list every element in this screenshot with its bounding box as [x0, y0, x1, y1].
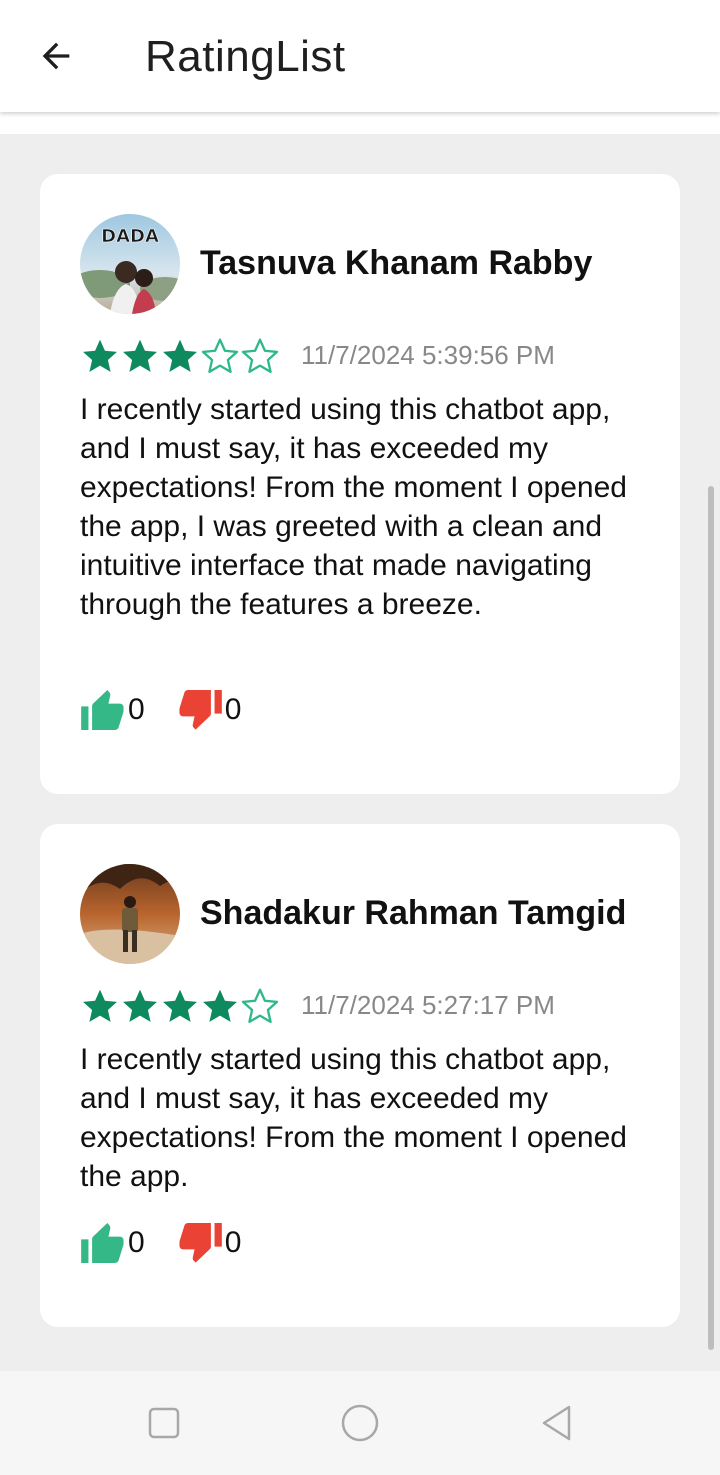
thumbs-up-icon — [81, 690, 124, 730]
like-count: 0 — [128, 1226, 145, 1259]
star-filled-icon — [203, 989, 237, 1022]
reaction-bar: 0 0 — [80, 690, 241, 730]
reaction-bar: 0 0 — [80, 1223, 241, 1263]
scrollbar[interactable] — [708, 486, 714, 1350]
arrow-left-icon — [42, 42, 70, 70]
review-card: DADA Tasnuva Khanam Rabby 11/7/2024 5:39… — [40, 174, 680, 794]
reviewer-name: Tasnuva Khanam Rabby — [200, 244, 593, 282]
thumbs-up-icon — [81, 1223, 124, 1263]
dislike-button[interactable]: 0 — [177, 690, 242, 730]
star-empty-icon — [241, 338, 279, 373]
recents-button[interactable] — [142, 1401, 186, 1445]
review-timestamp: 11/7/2024 5:27:17 PM — [301, 990, 555, 1020]
star-filled-icon — [83, 339, 117, 372]
like-button[interactable]: 0 — [80, 690, 145, 730]
avatar — [80, 864, 180, 964]
thumbs-down-icon — [179, 1223, 222, 1263]
dislike-count: 0 — [224, 1226, 242, 1259]
like-count: 0 — [128, 693, 145, 726]
review-text: I recently started using this chatbot ap… — [80, 1043, 627, 1193]
page-title: RatingList — [145, 32, 346, 81]
star-filled-icon — [123, 339, 157, 372]
star-rating — [80, 336, 280, 376]
star-filled-icon — [163, 339, 197, 372]
review-text: I recently started using this chatbot ap… — [80, 393, 627, 621]
back-nav-button[interactable] — [534, 1401, 578, 1445]
star-rating — [80, 986, 280, 1026]
dislike-count: 0 — [224, 693, 242, 726]
avatar-photo — [80, 864, 180, 964]
star-filled-icon — [123, 989, 157, 1022]
circle-home-icon — [341, 1404, 379, 1442]
avatar-photo: DADA — [80, 214, 180, 314]
star-empty-icon — [201, 338, 239, 373]
avatar-logo-text: DADA — [101, 226, 159, 247]
thumbs-down-icon — [179, 690, 222, 730]
back-button[interactable] — [26, 26, 86, 86]
star-empty-icon — [241, 988, 279, 1023]
system-nav-bar — [0, 1371, 720, 1475]
review-timestamp: 11/7/2024 5:39:56 PM — [301, 340, 555, 370]
app-bar: RatingList — [0, 0, 720, 112]
star-filled-icon — [163, 989, 197, 1022]
star-filled-icon — [83, 989, 117, 1022]
dislike-button[interactable]: 0 — [177, 1223, 242, 1263]
review-card: Shadakur Rahman Tamgid 11/7/2024 5:27:17… — [40, 824, 680, 1327]
like-button[interactable]: 0 — [80, 1223, 145, 1263]
avatar: DADA — [80, 214, 180, 314]
home-button[interactable] — [338, 1401, 382, 1445]
square-recents-icon — [148, 1407, 180, 1439]
triangle-back-icon — [542, 1405, 571, 1441]
header-divider-strip — [0, 112, 720, 134]
reviewer-name: Shadakur Rahman Tamgid — [200, 894, 627, 932]
